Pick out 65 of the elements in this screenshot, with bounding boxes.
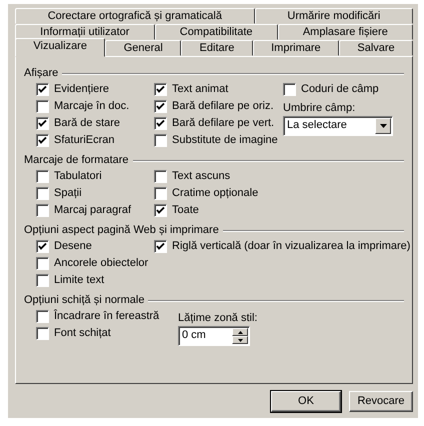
checkbox[interactable]	[36, 187, 49, 200]
checkbox[interactable]	[283, 83, 296, 96]
up-arrow-icon[interactable]	[238, 330, 242, 334]
tab[interactable]: Compatibilitate	[154, 24, 278, 40]
tab[interactable]: Corectare ortografică și gramaticală	[15, 8, 255, 24]
checkbox-label[interactable]: Substitute de imagine	[172, 134, 278, 148]
tab[interactable]: Salvare	[339, 40, 414, 56]
checkbox[interactable]	[36, 83, 49, 96]
tab[interactable]: Vizualizare	[15, 38, 106, 57]
dropdown-arrow-icon[interactable]	[380, 124, 386, 128]
checkbox-label[interactable]: Încadrare în fereastră	[54, 310, 160, 324]
checkbox-label[interactable]: Bară defilare pe vert.	[172, 116, 274, 130]
checkbox-label[interactable]: Riglă verticală (doar în vizualizarea la imprimare)	[172, 240, 410, 254]
tab[interactable]: Editare	[181, 40, 253, 56]
tab[interactable]: Informații utilizator	[15, 24, 155, 40]
checkbox-label[interactable]: Ancorele obiectelor	[54, 256, 148, 270]
checkbox-label[interactable]: Limite text	[54, 274, 104, 288]
checkbox-label[interactable]: Tabulatori	[54, 170, 102, 184]
checkbox[interactable]	[36, 134, 49, 147]
checkbox[interactable]	[154, 187, 167, 200]
checkbox-label[interactable]: Text animat	[172, 82, 228, 96]
checkbox-label[interactable]: Cratime opționale	[172, 186, 258, 200]
checkbox[interactable]	[154, 204, 167, 217]
dropdown[interactable]: La selectare	[283, 116, 393, 136]
checkbox-label[interactable]: Marcaje în doc.	[54, 100, 130, 114]
section-heading: Afișare	[24, 67, 58, 81]
checkbox[interactable]	[36, 100, 49, 113]
down-arrow-icon[interactable]	[238, 338, 242, 342]
checkbox[interactable]	[36, 117, 49, 130]
checkbox[interactable]	[154, 117, 167, 130]
checkbox[interactable]	[154, 83, 167, 96]
tab[interactable]: Urmărire modificări	[254, 8, 413, 24]
checkbox-label[interactable]: Font schițat	[54, 326, 111, 340]
dialog-button[interactable]: OK	[271, 391, 341, 412]
field-label: Umbrire câmp:	[283, 102, 356, 115]
checkbox[interactable]	[36, 274, 49, 287]
checkbox-label[interactable]: Spații	[54, 186, 82, 200]
checkbox[interactable]	[36, 257, 49, 270]
section-heading: Marcaje de formatare	[24, 154, 129, 168]
checkbox-label[interactable]: Bară de stare	[54, 116, 120, 130]
dialog-button[interactable]: Revocare	[349, 391, 413, 412]
tab[interactable]: General	[105, 40, 182, 56]
checkbox-label[interactable]: Text ascuns	[172, 170, 230, 184]
checkbox[interactable]	[36, 204, 49, 217]
spinner-field[interactable]: 0 cm	[178, 326, 250, 346]
checkbox-label[interactable]: Evidențiere	[54, 82, 110, 96]
checkbox-label[interactable]: SfaturiEcran	[54, 134, 115, 148]
checkbox[interactable]	[154, 240, 167, 253]
checkbox-label[interactable]: Toate	[172, 204, 199, 218]
tab[interactable]: Imprimare	[252, 40, 339, 56]
checkbox-label[interactable]: Marcaj paragraf	[54, 204, 132, 218]
field-label: Lățime zonă stil:	[178, 312, 258, 325]
checkbox[interactable]	[36, 240, 49, 253]
checkbox[interactable]	[154, 100, 167, 113]
checkbox[interactable]	[154, 170, 167, 183]
checkbox-label[interactable]: Bară defilare pe oriz.	[172, 100, 274, 114]
checkbox-label[interactable]: Coduri de câmp	[301, 82, 379, 96]
section-heading: Opțiuni schiță și normale	[24, 294, 144, 308]
checkbox[interactable]	[154, 134, 167, 147]
checkbox[interactable]	[36, 327, 49, 340]
checkbox-label[interactable]: Desene	[54, 240, 92, 254]
tab[interactable]: Amplasare fișiere	[278, 24, 413, 40]
checkbox[interactable]	[36, 310, 49, 323]
section-heading: Opțiuni aspect pagină Web și imprimare	[24, 224, 219, 238]
checkbox[interactable]	[36, 170, 49, 183]
